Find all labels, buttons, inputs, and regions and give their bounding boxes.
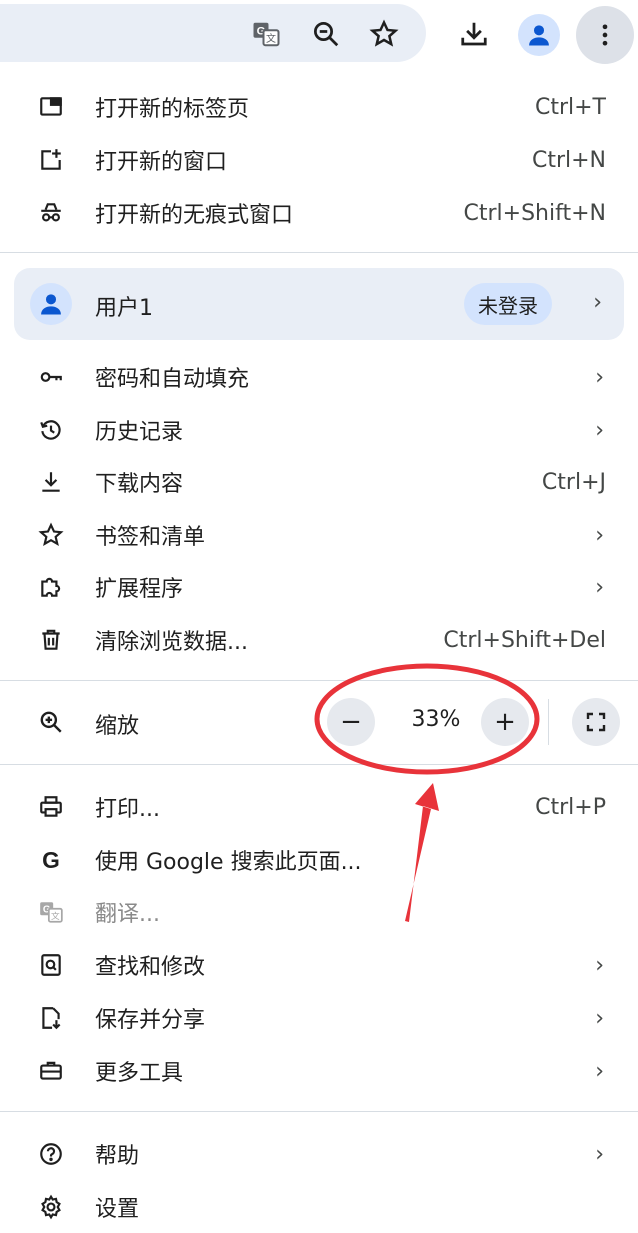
menu-item-label: 翻译... <box>95 902 160 927</box>
menu-item-passwords[interactable]: 密码和自动填充 › <box>0 351 638 403</box>
menu-item-label: 清除浏览数据... <box>95 630 248 655</box>
trash-icon <box>36 625 66 655</box>
zoom-label: 缩放 <box>95 714 140 739</box>
key-icon <box>36 362 66 392</box>
menu-item-label: 更多工具 <box>95 1061 184 1086</box>
extension-icon <box>36 572 66 602</box>
chevron-right-icon: › <box>595 364 604 390</box>
chevron-right-icon: › <box>595 1141 604 1167</box>
shortcut-label: Ctrl+N <box>531 147 606 173</box>
menu-item-label: 下载内容 <box>95 472 184 497</box>
menu-item-help[interactable]: 帮助 › <box>0 1128 638 1180</box>
menu-item-google-search[interactable]: G 使用 Google 搜索此页面... <box>0 834 638 886</box>
shortcut-label: Ctrl+J <box>541 469 606 495</box>
menu-item-label: 打印... <box>95 797 160 822</box>
history-icon <box>36 415 66 445</box>
new-tab-icon <box>36 92 66 122</box>
shortcut-label: Ctrl+T <box>534 94 606 120</box>
zoom-row: 缩放 − 33% + <box>0 693 638 751</box>
menu-item-label: 书签和清单 <box>95 525 206 550</box>
menu-item-translate: G文 翻译... <box>0 886 638 938</box>
menu-item-label: 历史记录 <box>95 420 184 445</box>
translate-icon: G文 <box>36 897 66 927</box>
menu-item-label: 打开新的窗口 <box>95 150 228 175</box>
menu-item-new-window[interactable]: 打开新的窗口 Ctrl+N <box>0 134 638 186</box>
menu-item-label: 帮助 <box>95 1144 140 1169</box>
fullscreen-button[interactable] <box>572 698 620 746</box>
chevron-right-icon: › <box>595 1005 604 1031</box>
menu-item-extensions[interactable]: 扩展程序 › <box>0 561 638 613</box>
download-icon[interactable] <box>452 12 496 56</box>
menu-item-bookmarks[interactable]: 书签和清单 › <box>0 509 638 561</box>
profile-name: 用户1 <box>95 296 153 321</box>
new-window-icon <box>36 145 66 175</box>
save-share-icon <box>36 1003 66 1033</box>
shortcut-label: Ctrl+Shift+Del <box>443 627 606 653</box>
chevron-right-icon: › <box>595 952 604 978</box>
translate-icon[interactable]: G文 <box>244 12 288 56</box>
menu-item-find-edit[interactable]: 查找和修改 › <box>0 939 638 991</box>
chevron-right-icon: › <box>595 417 604 443</box>
menu-item-downloads[interactable]: 下载内容 Ctrl+J <box>0 456 638 508</box>
menu-item-label: 使用 Google 搜索此页面... <box>95 850 362 875</box>
zoom-divider <box>548 699 549 745</box>
menu-separator <box>0 252 638 253</box>
avatar-icon[interactable] <box>518 14 560 56</box>
shortcut-label: Ctrl+P <box>535 794 606 820</box>
svg-text:文: 文 <box>266 32 276 45</box>
zoom-out-button[interactable]: − <box>327 698 375 746</box>
print-icon <box>36 792 66 822</box>
menu-item-history[interactable]: 历史记录 › <box>0 404 638 456</box>
zoom-level: 33% <box>411 707 461 732</box>
avatar-icon <box>30 283 72 325</box>
google-icon: G <box>36 845 66 875</box>
browser-toolbar: G文 <box>0 0 638 66</box>
menu-item-label: 打开新的无痕式窗口 <box>95 203 294 228</box>
menu-item-label: 保存并分享 <box>95 1008 206 1033</box>
menu-item-clear-data[interactable]: 清除浏览数据... Ctrl+Shift+Del <box>0 614 638 666</box>
menu-separator <box>0 1111 638 1112</box>
svg-text:文: 文 <box>51 910 60 922</box>
menu-item-print[interactable]: 打印... Ctrl+P <box>0 781 638 833</box>
menu-item-label: 设置 <box>95 1197 140 1222</box>
help-icon <box>36 1139 66 1169</box>
star-icon[interactable] <box>362 12 406 56</box>
download-icon <box>36 467 66 497</box>
menu-item-more-tools[interactable]: 更多工具 › <box>0 1045 638 1097</box>
chevron-right-icon: › <box>595 522 604 548</box>
menu-item-label: 扩展程序 <box>95 577 184 602</box>
toolbox-icon <box>36 1056 66 1086</box>
menu-item-label: 查找和修改 <box>95 955 206 980</box>
shortcut-label: Ctrl+Shift+N <box>463 200 606 226</box>
chevron-right-icon: › <box>595 1058 604 1084</box>
star-icon <box>36 520 66 550</box>
chevron-right-icon: › <box>595 574 604 600</box>
incognito-icon <box>36 198 66 228</box>
more-vert-icon[interactable] <box>576 6 634 64</box>
zoom-in-button[interactable]: + <box>481 698 529 746</box>
profile-row[interactable]: 用户1 未登录 › <box>14 268 624 340</box>
menu-item-new-tab[interactable]: 打开新的标签页 Ctrl+T <box>0 81 638 133</box>
menu-item-save-share[interactable]: 保存并分享 › <box>0 992 638 1044</box>
fullscreen-icon <box>586 712 606 732</box>
menu-item-settings[interactable]: 设置 <box>0 1181 638 1233</box>
zoom-icon <box>36 707 66 737</box>
find-icon <box>36 950 66 980</box>
sign-in-status-badge[interactable]: 未登录 <box>464 283 552 325</box>
menu-item-label: 打开新的标签页 <box>95 97 250 122</box>
svg-text:G: G <box>42 847 60 873</box>
chrome-menu: 打开新的标签页 Ctrl+T 打开新的窗口 Ctrl+N 打开新的无痕式窗口 C… <box>0 66 638 1228</box>
menu-separator <box>0 680 638 681</box>
chevron-right-icon: › <box>593 290 602 315</box>
settings-icon <box>36 1192 66 1222</box>
menu-item-label: 密码和自动填充 <box>95 367 250 392</box>
zoom-icon[interactable] <box>304 12 348 56</box>
menu-item-incognito[interactable]: 打开新的无痕式窗口 Ctrl+Shift+N <box>0 187 638 239</box>
menu-separator <box>0 764 638 765</box>
